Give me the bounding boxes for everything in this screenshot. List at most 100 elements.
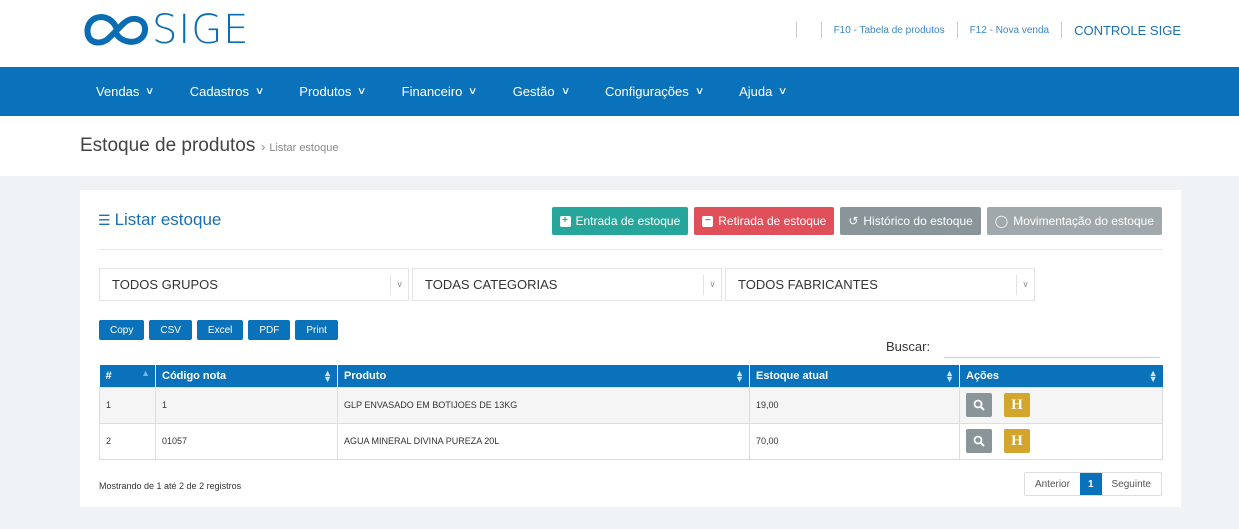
pagination-page-1[interactable]: 1 — [1079, 473, 1102, 495]
cell-produto: AGUA MINERAL DIVINA PUREZA 20L — [337, 422, 750, 460]
minus-square-icon: − — [702, 215, 714, 227]
main-nav: Vendas ∨ Cadastros ∨ Produtos ∨ Financeiro ∨… — [0, 67, 1239, 116]
cell-num: 2 — [99, 422, 156, 460]
cell-acoes: H — [959, 422, 1163, 460]
export-buttons: Copy CSV Excel PDF Print — [99, 320, 343, 340]
grupos-select[interactable]: TODOS GRUPOS ∨ — [99, 268, 409, 301]
chevron-down-icon: ∨ — [1016, 274, 1034, 295]
column-header-codigo[interactable]: Código nota ▲ ▼ — [155, 365, 338, 387]
column-header-produto[interactable]: Produto ▲ ▼ — [337, 365, 750, 387]
column-header-num[interactable]: # ▲ — [99, 365, 156, 387]
copy-button[interactable]: Copy — [99, 320, 145, 340]
top-links: F10 - Tabela de produtos F12 - Nova vend… — [784, 22, 1181, 38]
search-input[interactable] — [944, 334, 1161, 358]
button-label: Entrada de estoque — [575, 214, 681, 228]
retirada-estoque-button[interactable]: − Retirada de estoque — [694, 207, 835, 235]
fabricantes-select[interactable]: TODOS FABRICANTES ∨ — [725, 268, 1035, 301]
nav-produtos[interactable]: Produtos ∨ — [299, 84, 367, 99]
panel-title-label: Listar estoque — [114, 210, 222, 229]
history-h-button[interactable]: H — [1004, 429, 1030, 453]
sort-icon: ▲ ▼ — [945, 368, 954, 384]
chevron-down-icon: ∨ — [560, 86, 571, 97]
page-title: Estoque de produtos — [80, 135, 256, 156]
infinity-logo-icon — [84, 14, 149, 46]
breadcrumb-separator: › — [261, 140, 266, 154]
historico-estoque-button[interactable]: ↺ Histórico do estoque — [840, 207, 981, 235]
chevron-down-icon: ∨ — [468, 86, 478, 97]
chevron-down-icon: ∨ — [778, 86, 788, 97]
select-value: TODAS CATEGORIAS — [425, 277, 558, 292]
history-icon: ↺ — [848, 214, 859, 228]
nav-label: Gestão — [512, 84, 555, 99]
nav-financeiro[interactable]: Financeiro ∨ — [402, 84, 478, 99]
button-label: Histórico do estoque — [863, 214, 973, 228]
stock-panel: ☰ Listar estoque + Entrada de estoque − Re… — [80, 190, 1181, 507]
nav-gestao[interactable]: Gestão ∨ — [512, 84, 571, 99]
column-label: Produto — [344, 369, 387, 382]
divider — [1061, 22, 1063, 38]
sort-icon: ▲ ▼ — [735, 368, 744, 384]
column-label: # — [105, 369, 112, 382]
nav-label: Ajuda — [739, 84, 773, 99]
column-header-estoque[interactable]: Estoque atual ▲ ▼ — [749, 365, 960, 387]
cell-codigo: 01057 — [155, 422, 338, 460]
pagination: Anterior 1 Seguinte — [1023, 472, 1162, 496]
nav-cadastros[interactable]: Cadastros ∨ — [189, 84, 265, 99]
search-icon — [973, 399, 985, 411]
button-label: Movimentação do estoque — [1013, 214, 1154, 228]
chevron-down-icon: ∨ — [357, 86, 367, 97]
nav-vendas[interactable]: Vendas ∨ — [96, 84, 155, 99]
link-nova-venda[interactable]: F12 - Nova venda — [970, 25, 1050, 36]
history-h-button[interactable]: H — [1004, 393, 1030, 417]
plus-square-icon: + — [559, 215, 571, 227]
stock-table: # ▲ Código nota ▲ ▼ Produto ▲ ▼ Estoque atual… — [99, 365, 1163, 460]
column-label: Estoque atual — [756, 369, 829, 382]
chevron-down-icon: ∨ — [254, 86, 265, 97]
refresh-circle-icon: ◯ — [994, 214, 1009, 228]
filter-row: TODOS GRUPOS ∨ TODAS CATEGORIAS ∨ TODOS FA… — [99, 268, 1038, 301]
cell-produto: GLP ENVASADO EM BOTIJOES DE 13KG — [337, 386, 750, 424]
cell-codigo: 1 — [155, 386, 338, 424]
pagination-prev[interactable]: Anterior — [1025, 473, 1080, 495]
list-icon: ☰ — [98, 211, 111, 228]
view-button[interactable] — [966, 429, 992, 453]
nav-label: Cadastros — [189, 84, 249, 99]
table-row: 1 1 GLP ENVASADO EM BOTIJOES DE 13KG 19,… — [99, 386, 1163, 424]
movimentacao-estoque-button[interactable]: ◯ Movimentação do estoque — [986, 207, 1162, 235]
cell-acoes: H — [959, 386, 1163, 424]
excel-button[interactable]: Excel — [196, 320, 244, 340]
table-info: Mostrando de 1 até 2 de 2 registros — [99, 481, 242, 491]
pagination-next[interactable]: Seguinte — [1102, 473, 1161, 495]
select-value: TODOS GRUPOS — [112, 277, 218, 292]
nav-label: Produtos — [299, 84, 352, 99]
sort-icon: ▲ ▼ — [1148, 368, 1158, 384]
csv-button[interactable]: CSV — [149, 320, 192, 340]
link-controle-sige[interactable]: CONTROLE SIGE — [1074, 23, 1181, 38]
cell-estoque: 19,00 — [749, 386, 960, 424]
table-row: 2 01057 AGUA MINERAL DIVINA PUREZA 20L 7… — [99, 422, 1163, 460]
chevron-down-icon: ∨ — [694, 86, 705, 97]
button-label: Retirada de estoque — [718, 214, 827, 228]
select-value: TODOS FABRICANTES — [738, 277, 878, 292]
nav-label: Configurações — [604, 84, 689, 99]
nav-label: Vendas — [96, 84, 140, 99]
search-box: Buscar: — [886, 334, 1161, 358]
column-header-acoes[interactable]: Ações ▲ ▼ — [959, 365, 1163, 387]
cell-num: 1 — [99, 386, 156, 424]
divider — [956, 22, 958, 38]
nav-configuracoes[interactable]: Configurações ∨ — [604, 84, 705, 99]
sige-logo[interactable]: SIGE — [82, 10, 249, 50]
header-buttons: + Entrada de estoque − Retirada de estoque… — [546, 207, 1162, 235]
breadcrumb-current: Listar estoque — [269, 142, 339, 154]
print-button[interactable]: Print — [295, 320, 338, 340]
categorias-select[interactable]: TODAS CATEGORIAS ∨ — [412, 268, 722, 301]
link-tabela-produtos[interactable]: F10 - Tabela de produtos — [834, 25, 945, 36]
pdf-button[interactable]: PDF — [248, 320, 291, 340]
chevron-down-icon: ∨ — [145, 86, 155, 97]
divider — [820, 22, 822, 38]
entrada-estoque-button[interactable]: + Entrada de estoque — [551, 207, 689, 235]
nav-ajuda[interactable]: Ajuda ∨ — [739, 84, 788, 99]
view-button[interactable] — [966, 393, 992, 417]
chevron-down-icon: ∨ — [390, 274, 408, 295]
search-icon — [973, 435, 985, 447]
